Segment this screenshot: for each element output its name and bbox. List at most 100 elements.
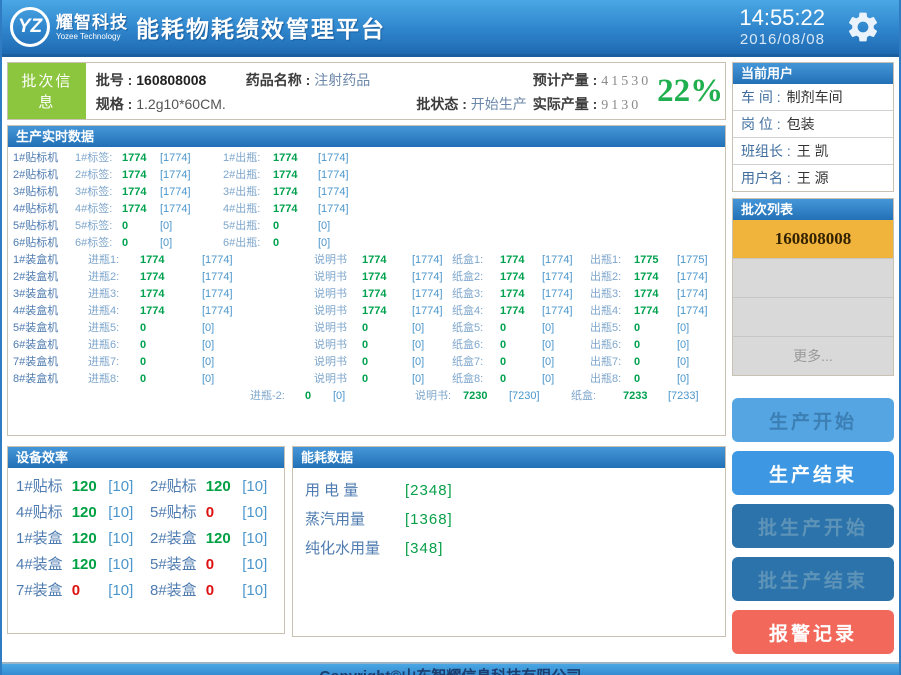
rt-cell-bracket: [1774] bbox=[318, 150, 378, 167]
user-info-value: 制剂车间 bbox=[787, 89, 843, 105]
rt-cell-label: 说明书 bbox=[314, 354, 362, 371]
rt-cell-bracket: [0] bbox=[677, 320, 722, 337]
rt-cell-value: 1774 bbox=[500, 269, 542, 286]
rt-cell-value: 1774 bbox=[500, 303, 542, 320]
labeler-machine-row: 1#贴标机1#标签:1774[1774]1#出瓶:1774[1774] bbox=[13, 150, 725, 167]
rt-cell-label: 说明书 bbox=[314, 252, 362, 269]
alarm-record-button[interactable]: 报警记录 bbox=[732, 610, 894, 654]
drug-name-field: 药品名称 : 注射药品 bbox=[246, 70, 533, 90]
efficiency-machine-label: 1#贴标 bbox=[16, 474, 72, 500]
realtime-table: 1#贴标机1#标签:1774[1774]1#出瓶:1774[1774]2#贴标机… bbox=[8, 147, 725, 405]
rt-cell-value: 0 bbox=[273, 218, 318, 235]
production-end-button[interactable]: 生产结束 bbox=[732, 451, 894, 495]
user-info-label: 岗 位 : bbox=[741, 116, 781, 132]
boxer-machine-row: 6#装盒机进瓶6:0[0]说明书0[0]纸盒6:0[0]出瓶6:0[0] bbox=[13, 337, 725, 354]
rt-cell-value: 1774 bbox=[273, 201, 318, 218]
rt-cell-value: 1774 bbox=[362, 303, 412, 320]
rt-cell-bracket: [1774] bbox=[318, 184, 378, 201]
rt-cell-label: 纸盒1: bbox=[452, 252, 500, 269]
logo-company-subtitle: Yozee Technology bbox=[56, 33, 128, 41]
production-start-button[interactable]: 生产开始 bbox=[732, 398, 894, 442]
rt-cell-bracket: [0] bbox=[542, 337, 590, 354]
efficiency-table: 1#贴标120[10]2#贴标120[10]4#贴标120[10]5#贴标0[1… bbox=[8, 468, 284, 604]
rt-cell-bracket: [1774] bbox=[202, 252, 314, 269]
efficiency-machine-label: 8#装盒 bbox=[150, 578, 206, 604]
rt-cell-bracket: [1774] bbox=[677, 269, 722, 286]
rt-cell-machine: 3#贴标机 bbox=[13, 184, 75, 201]
boxer-machine-row: 5#装盒机进瓶5:0[0]说明书0[0]纸盒5:0[0]出瓶5:0[0] bbox=[13, 320, 725, 337]
rt-cell-label: 进瓶-2: bbox=[250, 388, 305, 405]
boxer-machine-row: 1#装盒机进瓶1:1774[1774]说明书1774[1774]纸盒1:1774… bbox=[13, 252, 725, 269]
rt-cell-bracket: [1774] bbox=[542, 252, 590, 269]
rt-cell-value: 1774 bbox=[140, 303, 202, 320]
rt-cell-value: 1774 bbox=[362, 286, 412, 303]
equipment-efficiency-panel: 设备效率 1#贴标120[10]2#贴标120[10]4#贴标120[10]5#… bbox=[7, 446, 285, 634]
efficiency-row: 1#贴标120[10]2#贴标120[10] bbox=[16, 474, 284, 500]
energy-value: [348] bbox=[405, 540, 443, 557]
rt-cell-value: 1774 bbox=[122, 184, 160, 201]
rt-cell-label: 说明书 bbox=[314, 303, 362, 320]
efficiency-machine-label: 7#装盒 bbox=[16, 578, 72, 604]
rt-cell-bracket: [0] bbox=[202, 371, 314, 388]
rt-cell-bracket: [1774] bbox=[202, 303, 314, 320]
energy-value: [1368] bbox=[405, 511, 453, 528]
energy-data-panel: 能耗数据 用 电 量[2348]蒸汽用量[1368]纯化水用量[348] bbox=[292, 446, 726, 637]
footer-bar: Copyright©山东智耀信息科技有限公司 bbox=[2, 662, 899, 675]
rt-cell-label: 纸盒3: bbox=[452, 286, 500, 303]
rt-cell-label: 出瓶8: bbox=[590, 371, 634, 388]
rt-cell-value: 1774 bbox=[122, 150, 160, 167]
rt-cell-bracket: [0] bbox=[677, 337, 722, 354]
user-info-row: 班组长 :王 凯 bbox=[733, 137, 893, 164]
rt-cell-value: 0 bbox=[140, 371, 202, 388]
energy-row: 蒸汽用量[1368] bbox=[305, 505, 725, 534]
rt-cell-value: 1774 bbox=[362, 252, 412, 269]
rt-cell-machine: 6#装盒机 bbox=[13, 337, 88, 354]
drug-name-value: 注射药品 bbox=[314, 74, 370, 89]
expected-output-value: 41530 bbox=[601, 74, 651, 89]
rt-cell-value: 1774 bbox=[634, 269, 677, 286]
batch-list-panel: 批次列表 160808008更多... bbox=[732, 198, 894, 376]
user-info-value: 包装 bbox=[787, 116, 815, 132]
rt-cell-value: 0 bbox=[273, 235, 318, 252]
rt-cell-bracket: [0] bbox=[202, 337, 314, 354]
rt-cell-value: 0 bbox=[500, 320, 542, 337]
batch-list-item-empty[interactable] bbox=[733, 259, 893, 298]
actual-output-field: 实际产量 : 9130 bbox=[533, 94, 651, 114]
rt-cell-bracket: [0] bbox=[412, 354, 452, 371]
batch-production-start-button[interactable]: 批生产开始 bbox=[732, 504, 894, 548]
batch-list-item-empty[interactable] bbox=[733, 298, 893, 337]
user-panel-title: 当前用户 bbox=[733, 63, 893, 84]
user-info-row: 用户名 :王 源 bbox=[733, 164, 893, 191]
settings-gear-icon[interactable] bbox=[845, 9, 881, 45]
rt-cell-value: 0 bbox=[362, 354, 412, 371]
rt-cell-bracket: [1774] bbox=[542, 303, 590, 320]
batch-production-end-button[interactable]: 批生产结束 bbox=[732, 557, 894, 601]
realtime-panel-title: 生产实时数据 bbox=[8, 126, 725, 147]
batch-info-fields: 批号 : 160808008 药品名称 : 注射药品 预计产量 : 41530 … bbox=[86, 63, 655, 119]
rt-cell-machine: 8#装盒机 bbox=[13, 371, 88, 388]
rt-cell-bracket: [1774] bbox=[160, 167, 223, 184]
batch-list-more-button[interactable]: 更多... bbox=[733, 337, 893, 375]
batch-info-button[interactable]: 批次信息 bbox=[8, 63, 86, 119]
rt-cell-bracket: [1774] bbox=[412, 303, 452, 320]
rt-cell-bracket: [0] bbox=[542, 320, 590, 337]
batch-list: 160808008 更多... bbox=[733, 220, 893, 375]
rt-cell-bracket: [7233] bbox=[668, 388, 718, 405]
rt-cell-bracket: [0] bbox=[677, 371, 722, 388]
labeler-machine-row: 6#贴标机6#标签:0[0]6#出瓶:0[0] bbox=[13, 235, 725, 252]
batch-list-item-selected[interactable]: 160808008 bbox=[733, 220, 893, 259]
user-info-label: 用户名 : bbox=[741, 170, 791, 186]
rt-cell-machine: 2#装盒机 bbox=[13, 269, 88, 286]
efficiency-target: [10] bbox=[242, 500, 284, 526]
rt-cell-label: 纸盒8: bbox=[452, 371, 500, 388]
logo-mark-icon: YZ bbox=[10, 7, 50, 47]
current-user-panel: 当前用户 车 间 :制剂车间岗 位 :包装班组长 :王 凯用户名 :王 源 bbox=[732, 62, 894, 192]
user-info-rows: 车 间 :制剂车间岗 位 :包装班组长 :王 凯用户名 :王 源 bbox=[733, 84, 893, 191]
efficiency-value: 120 bbox=[72, 552, 109, 578]
rt-cell-label: 出瓶4: bbox=[590, 303, 634, 320]
summary-row: 进瓶-2:0[0]说明书:7230[7230]纸盒:7233[7233] bbox=[13, 388, 725, 405]
rt-cell-label: 进瓶4: bbox=[88, 303, 140, 320]
rt-cell-bracket: [1774] bbox=[160, 150, 223, 167]
rt-cell-label: 进瓶5: bbox=[88, 320, 140, 337]
rt-cell-value: 1774 bbox=[273, 184, 318, 201]
